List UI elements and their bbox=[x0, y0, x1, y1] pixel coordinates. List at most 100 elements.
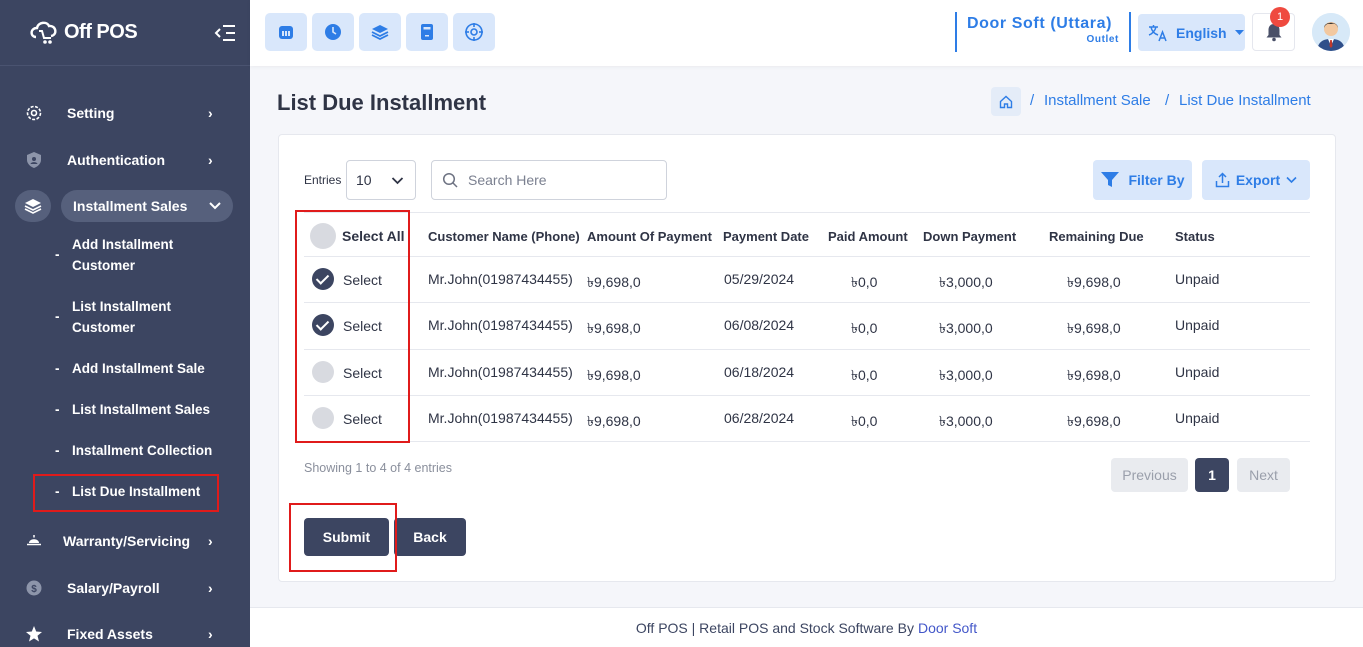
table-border bbox=[304, 302, 1310, 303]
store-icon bbox=[279, 26, 293, 39]
language-dropdown[interactable]: English bbox=[1138, 14, 1245, 51]
cart-logo-icon bbox=[30, 21, 57, 44]
highlight-box bbox=[33, 474, 219, 512]
compass-icon bbox=[465, 23, 483, 41]
search-icon bbox=[442, 172, 458, 188]
dash-marker: - bbox=[55, 402, 60, 417]
filter-button[interactable]: Filter By bbox=[1093, 160, 1192, 200]
column-header: Paid Amount bbox=[828, 229, 908, 244]
previous-page-button[interactable]: Previous bbox=[1111, 458, 1188, 492]
subnav-label: Installment Collection bbox=[72, 443, 213, 458]
chevron-right-icon: › bbox=[208, 533, 213, 549]
cell-down-payment: ৳3,000,0 bbox=[939, 320, 993, 336]
entries-select[interactable]: 10 bbox=[346, 160, 416, 200]
app-logo[interactable]: Off POS bbox=[30, 20, 138, 46]
language-label: English bbox=[1176, 24, 1227, 41]
chevron-right-icon: › bbox=[208, 580, 213, 596]
subnav-installment-collection[interactable]: - Installment Collection bbox=[55, 440, 235, 461]
breadcrumb-separator: / bbox=[1165, 92, 1170, 109]
entries-value: 10 bbox=[356, 172, 372, 188]
cell-amount: ৳9,698,0 bbox=[587, 320, 641, 336]
top-header: Door Soft (Uttara) Outlet English 1 bbox=[250, 0, 1363, 66]
cell-remaining: ৳9,698,0 bbox=[1067, 274, 1121, 290]
content-card bbox=[278, 134, 1336, 582]
column-header: Down Payment bbox=[923, 229, 1017, 244]
subnav-add-installment-sale[interactable]: - Add Installment Sale bbox=[55, 358, 235, 379]
target-button[interactable] bbox=[453, 13, 495, 51]
cell-paid: ৳0,0 bbox=[851, 274, 878, 290]
column-header: Status bbox=[1175, 229, 1215, 244]
cell-down-payment: ৳3,000,0 bbox=[939, 367, 993, 383]
app-name: Off POS bbox=[64, 21, 138, 43]
sidebar-item-fixed-assets[interactable]: Fixed Assets › bbox=[0, 614, 250, 647]
sidebar-item-label: Installment Sales bbox=[73, 198, 188, 214]
cell-customer: Mr.John(01987434455) bbox=[428, 364, 573, 380]
logo-bar: Off POS bbox=[0, 0, 250, 66]
table-border bbox=[304, 212, 1310, 213]
cell-status: Unpaid bbox=[1175, 271, 1220, 287]
sidebar-item-authentication[interactable]: Authentication › bbox=[0, 140, 250, 180]
footer-text: Off POS | Retail POS and Stock Software … bbox=[635, 619, 914, 636]
sidebar-item-warranty[interactable]: Warranty/Servicing › bbox=[0, 521, 250, 561]
back-button[interactable]: Back bbox=[394, 518, 466, 556]
next-page-button[interactable]: Next bbox=[1237, 458, 1290, 492]
avatar-image bbox=[1312, 13, 1350, 51]
cell-date: 06/08/2024 bbox=[724, 317, 795, 333]
cell-date: 06/28/2024 bbox=[724, 410, 795, 426]
subnav-add-installment-customer[interactable]: - Add Installment Customer bbox=[55, 234, 235, 276]
sidebar-item-label: Fixed Assets bbox=[67, 626, 153, 642]
search-box[interactable] bbox=[431, 160, 667, 200]
chevron-down-icon bbox=[391, 177, 404, 185]
cell-paid: ৳0,0 bbox=[851, 367, 878, 383]
sidebar-item-installment-sales[interactable]: Installment Sales bbox=[15, 190, 233, 222]
user-avatar[interactable] bbox=[1312, 13, 1350, 51]
clock-icon bbox=[325, 24, 341, 40]
subnav-label: Add Installment Sale bbox=[72, 361, 205, 376]
breadcrumb-current: List Due Installment bbox=[1179, 92, 1311, 109]
search-input[interactable] bbox=[468, 172, 648, 188]
outlet-label: Outlet bbox=[1086, 34, 1119, 45]
export-button[interactable]: Export bbox=[1202, 160, 1310, 200]
cell-amount: ৳9,698,0 bbox=[587, 274, 641, 290]
gear-icon bbox=[25, 104, 43, 122]
outlet-selector[interactable]: Door Soft (Uttara) Outlet bbox=[955, 12, 1131, 52]
coin-icon: $ bbox=[25, 579, 43, 597]
pos-store-button[interactable] bbox=[265, 13, 307, 51]
footer-link[interactable]: Door Soft bbox=[918, 620, 977, 636]
page-1-button[interactable]: 1 bbox=[1195, 458, 1229, 492]
layers-button[interactable] bbox=[359, 13, 401, 51]
entries-label: Entries bbox=[304, 173, 342, 187]
funnel-icon bbox=[1101, 172, 1120, 187]
breadcrumb-installment-sale[interactable]: Installment Sale bbox=[1044, 92, 1151, 109]
star-icon bbox=[25, 625, 43, 643]
svg-text:$: $ bbox=[31, 584, 37, 595]
table-border bbox=[304, 256, 1310, 257]
column-header: Amount Of Payment bbox=[587, 229, 712, 244]
sidebar-item-label: Setting bbox=[67, 105, 115, 121]
notification-badge: 1 bbox=[1270, 7, 1290, 27]
filter-label: Filter By bbox=[1128, 172, 1185, 188]
caret-down-icon bbox=[1234, 29, 1244, 35]
footer: Off POS | Retail POS and Stock Software … bbox=[250, 607, 1363, 647]
subnav-list-installment-customer[interactable]: - List Installment Customer bbox=[55, 296, 235, 338]
calculator-button[interactable] bbox=[406, 13, 448, 51]
cell-amount: ৳9,698,0 bbox=[587, 413, 641, 429]
layers-icon bbox=[15, 190, 51, 222]
table-border bbox=[304, 395, 1310, 396]
sidebar: Off POS Setting › Authentication › Insta… bbox=[0, 0, 250, 647]
collapse-sidebar-icon[interactable] bbox=[214, 23, 236, 43]
breadcrumb-home[interactable] bbox=[991, 87, 1021, 116]
subnav-list-installment-sales[interactable]: - List Installment Sales bbox=[55, 399, 235, 420]
clock-button[interactable] bbox=[312, 13, 354, 51]
cell-paid: ৳0,0 bbox=[851, 413, 878, 429]
sidebar-item-salary[interactable]: $ Salary/Payroll › bbox=[0, 568, 250, 608]
column-header: Remaining Due bbox=[1049, 229, 1144, 244]
subnav-label: List Installment Sales bbox=[72, 402, 211, 417]
subnav-label: Add Installment Customer bbox=[72, 237, 174, 273]
sidebar-item-setting[interactable]: Setting › bbox=[0, 93, 250, 133]
dash-marker: - bbox=[55, 361, 60, 376]
cell-remaining: ৳9,698,0 bbox=[1067, 367, 1121, 383]
cell-customer: Mr.John(01987434455) bbox=[428, 410, 573, 426]
chevron-right-icon: › bbox=[208, 105, 213, 121]
cell-customer: Mr.John(01987434455) bbox=[428, 317, 573, 333]
